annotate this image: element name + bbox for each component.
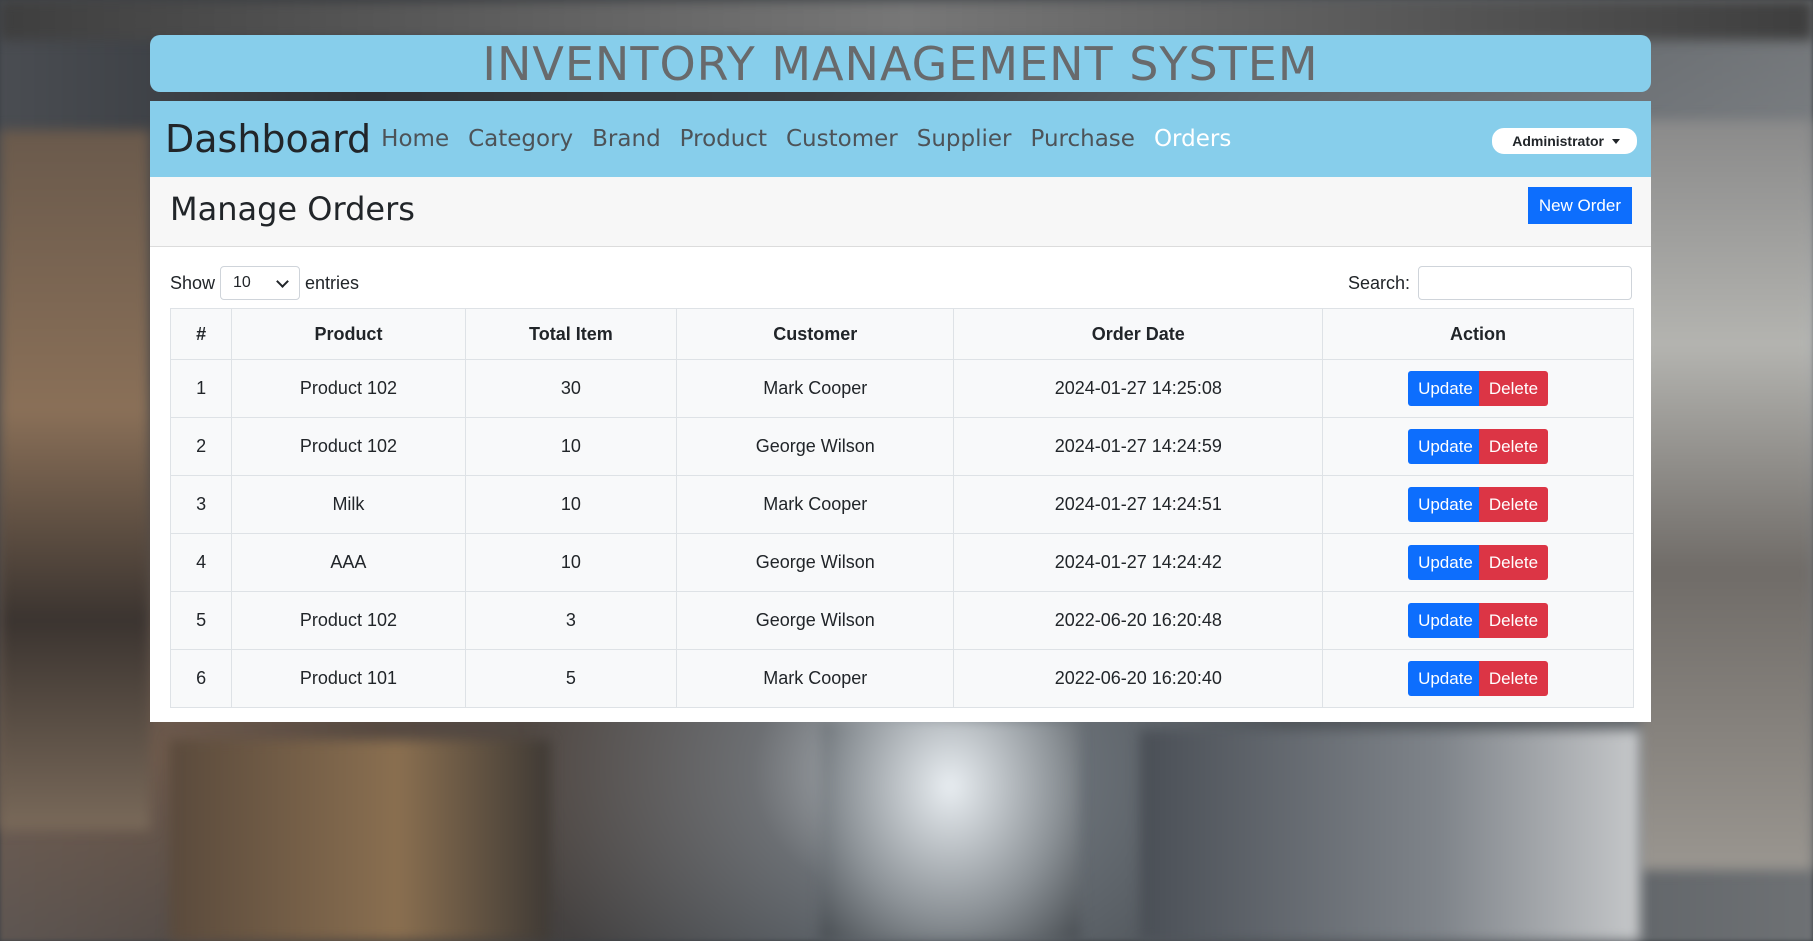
table-row: 1 Product 102 30 Mark Cooper 2024-01-27 … (169, 359, 1634, 418)
cell-total-item: 10 (464, 417, 678, 476)
column-header-product[interactable]: Product (231, 308, 466, 360)
cell-action: Update Delete (1322, 359, 1634, 418)
search-control: Search: (1348, 266, 1632, 300)
show-label: Show (170, 272, 216, 293)
nav-orders[interactable]: Orders (1154, 126, 1231, 152)
cell-number: 1 (169, 359, 233, 418)
navbar-brand[interactable]: Dashboard (165, 117, 371, 161)
nav-supplier[interactable]: Supplier (917, 126, 1012, 152)
page-length-control: Show 10 entries (170, 266, 359, 300)
cell-product: Milk (231, 475, 466, 534)
update-button[interactable]: Update (1408, 603, 1483, 638)
table-row: 2 Product 102 10 George Wilson 2024-01-2… (169, 417, 1634, 476)
entries-select[interactable]: 10 (220, 266, 301, 300)
cell-number: 2 (169, 417, 233, 476)
nav-purchase[interactable]: Purchase (1031, 126, 1135, 152)
search-input[interactable] (1418, 266, 1632, 300)
cell-action: Update Delete (1322, 649, 1634, 708)
table-row: 6 Product 101 5 Mark Cooper 2022-06-20 1… (169, 649, 1634, 708)
cell-total-item: 3 (464, 591, 678, 650)
column-header-total-item[interactable]: Total Item (464, 308, 678, 360)
search-label: Search: (1347, 272, 1410, 293)
nav-home[interactable]: Home (381, 126, 449, 152)
delete-button[interactable]: Delete (1478, 487, 1549, 522)
cell-customer: Mark Cooper (676, 475, 955, 534)
entries-label: entries (305, 272, 360, 293)
main-navbar: Dashboard Home Category Brand Product Cu… (150, 101, 1651, 177)
table-header-row: # Product Total Item Customer Order Date… (169, 308, 1634, 360)
user-menu-button[interactable]: Administrator (1492, 128, 1637, 154)
cell-number: 3 (169, 475, 233, 534)
cell-order-date: 2024-01-27 14:25:08 (953, 359, 1324, 418)
cell-total-item: 10 (464, 533, 678, 592)
cell-product: Product 102 (231, 591, 466, 650)
cell-action: Update Delete (1322, 475, 1634, 534)
cell-number: 6 (169, 649, 233, 708)
column-header-customer[interactable]: Customer (676, 308, 955, 360)
cell-action: Update Delete (1322, 591, 1634, 650)
delete-button[interactable]: Delete (1478, 371, 1549, 406)
nav-product[interactable]: Product (680, 126, 767, 152)
cell-product: Product 102 (231, 359, 466, 418)
cell-customer: George Wilson (676, 591, 955, 650)
app-title: INVENTORY MANAGEMENT SYSTEM (482, 36, 1319, 91)
entries-select-value: 10 (233, 274, 251, 291)
cell-product: AAA (231, 533, 466, 592)
delete-button[interactable]: Delete (1478, 429, 1549, 464)
cell-total-item: 30 (464, 359, 678, 418)
column-header-order-date[interactable]: Order Date (953, 308, 1324, 360)
chevron-down-icon (276, 274, 289, 288)
user-menu-label: Administrator (1512, 133, 1604, 149)
cell-product: Product 101 (231, 649, 466, 708)
app-title-bar: INVENTORY MANAGEMENT SYSTEM (150, 35, 1651, 92)
cell-customer: Mark Cooper (676, 359, 955, 418)
cell-number: 5 (169, 591, 233, 650)
orders-table: # Product Total Item Customer Order Date… (169, 308, 1634, 708)
cell-order-date: 2024-01-27 14:24:51 (953, 475, 1324, 534)
orders-card: Manage Orders New Order Show 10 entries … (150, 177, 1651, 722)
cell-order-date: 2022-06-20 16:20:40 (953, 649, 1324, 708)
update-button[interactable]: Update (1408, 429, 1483, 464)
cell-product: Product 102 (231, 417, 466, 476)
cell-action: Update Delete (1322, 533, 1634, 592)
page-title: Manage Orders (170, 190, 415, 228)
cell-order-date: 2022-06-20 16:20:48 (953, 591, 1324, 650)
cell-action: Update Delete (1322, 417, 1634, 476)
nav-customer[interactable]: Customer (786, 126, 898, 152)
column-header-number[interactable]: # (169, 308, 233, 360)
table-controls: Show 10 entries Search: (150, 247, 1651, 309)
update-button[interactable]: Update (1408, 545, 1483, 580)
card-header: Manage Orders New Order (150, 177, 1651, 247)
column-header-action: Action (1322, 308, 1634, 360)
table-row: 4 AAA 10 George Wilson 2024-01-27 14:24:… (169, 533, 1634, 592)
update-button[interactable]: Update (1408, 371, 1483, 406)
cell-customer: George Wilson (676, 417, 955, 476)
delete-button[interactable]: Delete (1478, 603, 1549, 638)
cell-total-item: 10 (464, 475, 678, 534)
caret-down-icon (1612, 138, 1620, 144)
table-row: 3 Milk 10 Mark Cooper 2024-01-27 14:24:5… (169, 475, 1634, 534)
nav-brand[interactable]: Brand (592, 126, 661, 152)
delete-button[interactable]: Delete (1478, 545, 1549, 580)
cell-order-date: 2024-01-27 14:24:42 (953, 533, 1324, 592)
delete-button[interactable]: Delete (1478, 661, 1549, 696)
cell-customer: Mark Cooper (676, 649, 955, 708)
update-button[interactable]: Update (1408, 487, 1483, 522)
nav-category[interactable]: Category (468, 126, 573, 152)
cell-customer: George Wilson (676, 533, 955, 592)
update-button[interactable]: Update (1408, 661, 1483, 696)
new-order-button[interactable]: New Order (1527, 187, 1632, 224)
cell-order-date: 2024-01-27 14:24:59 (953, 417, 1324, 476)
cell-total-item: 5 (464, 649, 678, 708)
cell-number: 4 (169, 533, 233, 592)
table-row: 5 Product 102 3 George Wilson 2022-06-20… (169, 591, 1634, 650)
